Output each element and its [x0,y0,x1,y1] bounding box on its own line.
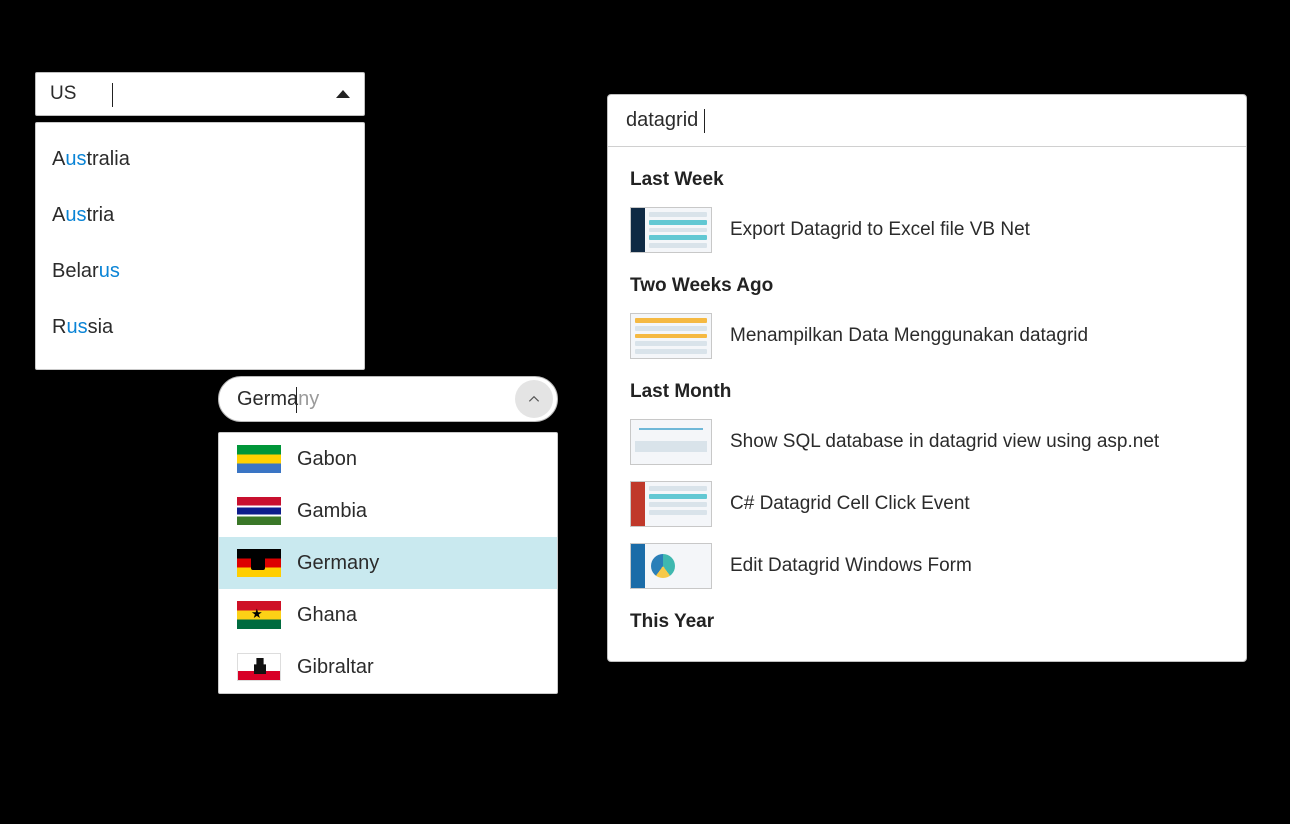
country-input[interactable]: US [35,72,365,116]
pill-typed-text: Germa [237,388,298,411]
results-group-header: This Year [608,597,1246,641]
result-label: Edit Datagrid Windows Form [730,555,972,577]
search-results-list: Last Week Export Datagrid to Excel file V… [608,147,1246,661]
search-result-item[interactable]: Menampilkan Data Menggunakan datagrid [608,305,1246,367]
ghana-flag-icon [237,601,281,629]
search-result-item[interactable]: Export Datagrid to Excel file VB Net [608,199,1246,261]
result-thumbnail [630,543,712,589]
result-label: Menampilkan Data Menggunakan datagrid [730,325,1088,347]
country-label: Ghana [297,604,357,627]
text-caret [296,387,297,413]
results-group-header: Last Month [608,367,1246,411]
country-pill-input[interactable]: Germany [218,376,558,422]
country-flag-item[interactable]: Ghana [219,589,557,641]
result-label: Show SQL database in datagrid view using… [730,431,1159,453]
country-label: Gambia [297,500,367,523]
country-suggestion-item[interactable]: Belarus [36,243,364,299]
country-input-value: US [50,83,76,105]
country-suggestion-item[interactable]: Australia [36,131,364,187]
country-suggestion-list: AustraliaAustriaBelarusRussia [35,122,365,370]
country-suggestion-item[interactable]: Austria [36,187,364,243]
country-autocomplete-us: US AustraliaAustriaBelarusRussia [35,72,365,370]
result-thumbnail [630,481,712,527]
chevron-up-icon[interactable] [336,90,350,98]
country-autocomplete-germany: Germany Gabon Gambia Germany Ghana Gibraltar [218,376,558,694]
country-label: Gabon [297,448,357,471]
search-results-panel: datagrid Last Week Export Datagrid to Exc… [607,94,1247,662]
chevron-up-icon [527,392,541,406]
result-thumbnail [630,419,712,465]
collapse-button[interactable] [515,380,553,418]
results-group-header: Last Week [608,155,1246,199]
gabon-flag-icon [237,445,281,473]
result-label: Export Datagrid to Excel file VB Net [730,219,1030,241]
gambia-flag-icon [237,497,281,525]
search-input[interactable]: datagrid [608,95,1246,147]
result-thumbnail [630,313,712,359]
country-flag-list: Gabon Gambia Germany Ghana Gibraltar [218,432,558,694]
result-thumbnail [630,207,712,253]
search-result-item[interactable]: Edit Datagrid Windows Form [608,535,1246,597]
germany-flag-icon [237,549,281,577]
search-query-text: datagrid [626,109,698,131]
country-flag-item[interactable]: Germany [219,537,557,589]
country-flag-item[interactable]: Gambia [219,485,557,537]
country-label: Gibraltar [297,656,374,679]
search-result-item[interactable]: C# Datagrid Cell Click Event [608,473,1246,535]
country-flag-item[interactable]: Gibraltar [219,641,557,693]
country-flag-item[interactable]: Gabon [219,433,557,485]
country-suggestion-item[interactable]: Russia [36,299,364,355]
text-caret [704,109,705,133]
results-group-header: Two Weeks Ago [608,261,1246,305]
result-label: C# Datagrid Cell Click Event [730,493,970,515]
search-result-item[interactable]: Show SQL database in datagrid view using… [608,411,1246,473]
country-label: Germany [297,552,379,575]
gibraltar-flag-icon [237,653,281,681]
pill-suggest-text: ny [298,388,319,411]
text-caret [112,83,113,107]
